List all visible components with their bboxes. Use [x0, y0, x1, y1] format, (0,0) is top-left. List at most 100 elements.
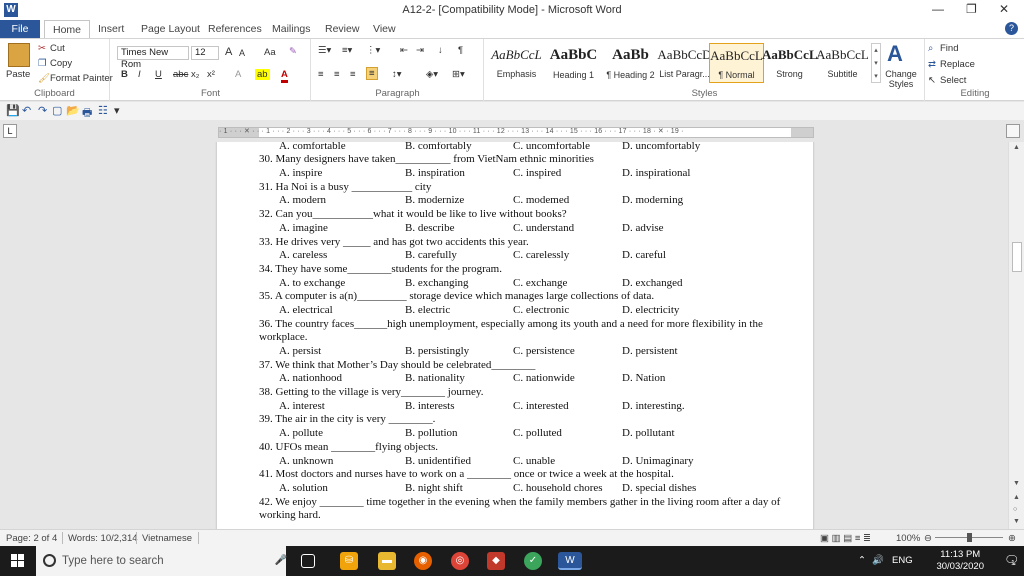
firefox-icon[interactable]: ◉ [414, 552, 432, 570]
word-taskbar-icon[interactable]: W [558, 552, 582, 570]
sort-icon[interactable]: ↓ [438, 45, 443, 56]
borders-icon[interactable]: ⊞▾ [452, 69, 465, 80]
word-count[interactable]: Words: 10/2,314 [68, 533, 138, 544]
style-list-paragraph[interactable]: AaBbCcD List Paragr... [657, 43, 712, 83]
grow-font-button[interactable]: A [225, 46, 232, 58]
browse-object-icon[interactable]: ○ [1013, 506, 1017, 513]
save-icon[interactable]: 💾 [6, 104, 20, 117]
increase-indent-icon[interactable]: ⇥ [416, 45, 424, 56]
superscript-button[interactable]: x² [207, 69, 215, 80]
multilevel-list-icon[interactable]: ⋮▾ [366, 45, 380, 56]
scroll-thumb[interactable] [1012, 242, 1022, 272]
vertical-scrollbar[interactable]: ▲ ▼ ▲ ○ ▼ [1008, 142, 1024, 529]
taskbar-search-input[interactable]: Type here to search [36, 546, 286, 576]
align-right-icon[interactable]: ≡ [350, 69, 356, 80]
strikethrough-button[interactable]: abc [173, 69, 188, 80]
align-center-icon[interactable]: ≡ [334, 69, 340, 80]
style-strong[interactable]: AaBbCcL Strong [762, 43, 817, 83]
replace-icon[interactable]: ⇄ [928, 59, 936, 70]
change-case-button[interactable]: Aa [264, 47, 276, 58]
customize-qat-dropdown-icon[interactable]: ▾ [114, 104, 120, 117]
zoom-in-icon[interactable]: ⊕ [1008, 533, 1016, 544]
cut-icon[interactable]: ✂ [38, 43, 46, 54]
volume-icon[interactable]: 🔊 [872, 555, 884, 566]
tab-references[interactable]: References [200, 20, 270, 38]
numbering-icon[interactable]: ≡▾ [342, 45, 352, 56]
undo-icon[interactable]: ↶ [22, 104, 31, 117]
keyboard-language[interactable]: ENG [892, 555, 913, 566]
find-icon[interactable]: ⌕ [928, 43, 933, 54]
customize-icon[interactable]: ☷ [98, 104, 108, 117]
style-emphasis[interactable]: AaBbCcL Emphasis [489, 43, 544, 83]
clear-format-icon[interactable]: ✎ [289, 46, 297, 57]
italic-button[interactable]: I [138, 69, 141, 80]
underline-button[interactable]: U [155, 69, 162, 80]
chrome-icon[interactable]: ◎ [451, 552, 469, 570]
style-subtitle[interactable]: AaBbCcL Subtitle [815, 43, 870, 83]
store-icon[interactable]: ⛁ [340, 552, 358, 570]
redo-icon[interactable]: ↷ [38, 104, 47, 117]
paste-button[interactable]: Paste [6, 69, 30, 80]
task-view-icon[interactable] [301, 554, 315, 568]
microphone-icon[interactable]: 🎤 [272, 552, 290, 570]
page-count[interactable]: Page: 2 of 4 [6, 533, 57, 544]
bullets-icon[interactable]: ☰▾ [318, 45, 331, 56]
tab-review[interactable]: Review [317, 20, 367, 38]
format-painter-button[interactable]: Format Painter [50, 73, 113, 84]
pilcrow-icon[interactable]: ¶ [458, 45, 463, 56]
open-icon[interactable]: 📂 [66, 104, 80, 117]
font-color-icon[interactable]: A [281, 69, 288, 83]
subscript-button[interactable]: x₂ [191, 69, 199, 80]
show-hidden-icons[interactable]: ⌃ [858, 555, 866, 566]
zoom-slider-thumb[interactable] [967, 533, 972, 542]
tab-home[interactable]: Home [44, 20, 91, 39]
change-styles-button[interactable]: Change Styles [883, 69, 919, 89]
view-buttons-icon[interactable]: ▣ ▥ ▤ ≡ ≣ [820, 533, 871, 544]
change-styles-icon[interactable]: A [887, 41, 903, 67]
tab-insert[interactable]: Insert [90, 20, 132, 38]
decrease-indent-icon[interactable]: ⇤ [400, 45, 408, 56]
horizontal-ruler[interactable]: · 1 · · · ✕ · · · 1 · · · 2 · · · 3 · · … [218, 127, 814, 138]
next-page-icon[interactable]: ▼ [1013, 518, 1020, 525]
paste-icon[interactable] [8, 43, 30, 67]
shrink-font-button[interactable]: A [239, 48, 245, 58]
font-family-select[interactable]: Times New Rom [117, 46, 189, 70]
tab-selector-icon[interactable]: L [3, 124, 17, 138]
tab-view[interactable]: View [365, 20, 404, 38]
justify-icon[interactable]: ≡ [366, 67, 378, 80]
clock[interactable]: 11:13 PM 30/03/2020 [936, 549, 984, 573]
bold-button[interactable]: B [121, 69, 128, 80]
copy-icon[interactable]: ❐ [38, 58, 47, 69]
new-document-icon[interactable]: ▢ [52, 104, 62, 117]
document-page[interactable]: 29. He finds his new shirt very ________… [217, 142, 813, 529]
style-normal[interactable]: AaBbCcL ¶ Normal [709, 43, 764, 83]
select-button[interactable]: Select [940, 75, 966, 86]
style-heading-2[interactable]: AaBb ¶ Heading 2 [603, 43, 658, 83]
minimize-button[interactable]: — [932, 2, 944, 16]
find-button[interactable]: Find [940, 43, 958, 54]
tab-mailings[interactable]: Mailings [264, 20, 319, 38]
cut-button[interactable]: Cut [50, 43, 65, 54]
coccoc-icon[interactable]: ✓ [524, 552, 542, 570]
font-size-select[interactable]: 12 [191, 46, 219, 60]
zoom-out-icon[interactable]: ⊖ [924, 533, 932, 544]
start-button[interactable] [0, 546, 36, 576]
select-icon[interactable]: ↖ [928, 75, 936, 86]
highlight-icon[interactable]: ab [255, 69, 270, 80]
styles-scroll[interactable]: ▴ ▾ ▾ [871, 43, 881, 83]
help-icon[interactable]: ? [1005, 22, 1018, 35]
close-button[interactable]: ✕ [999, 2, 1009, 16]
previous-page-icon[interactable]: ▲ [1013, 494, 1020, 501]
app-icon[interactable]: ◆ [487, 552, 505, 570]
scroll-up-icon[interactable]: ▲ [1013, 144, 1020, 151]
line-spacing-icon[interactable]: ↕▾ [392, 69, 402, 80]
file-explorer-icon[interactable]: ▬ [378, 552, 396, 570]
scroll-down-icon[interactable]: ▼ [1013, 480, 1020, 487]
align-left-icon[interactable]: ≡ [318, 69, 324, 80]
format-painter-icon[interactable]: 🖌 [38, 73, 50, 84]
replace-button[interactable]: Replace [940, 59, 975, 70]
restore-button[interactable]: ❐ [966, 2, 977, 16]
text-effects-icon[interactable]: A [235, 69, 241, 80]
tab-page-layout[interactable]: Page Layout [133, 20, 208, 38]
shading-icon[interactable]: ◈▾ [426, 69, 438, 80]
